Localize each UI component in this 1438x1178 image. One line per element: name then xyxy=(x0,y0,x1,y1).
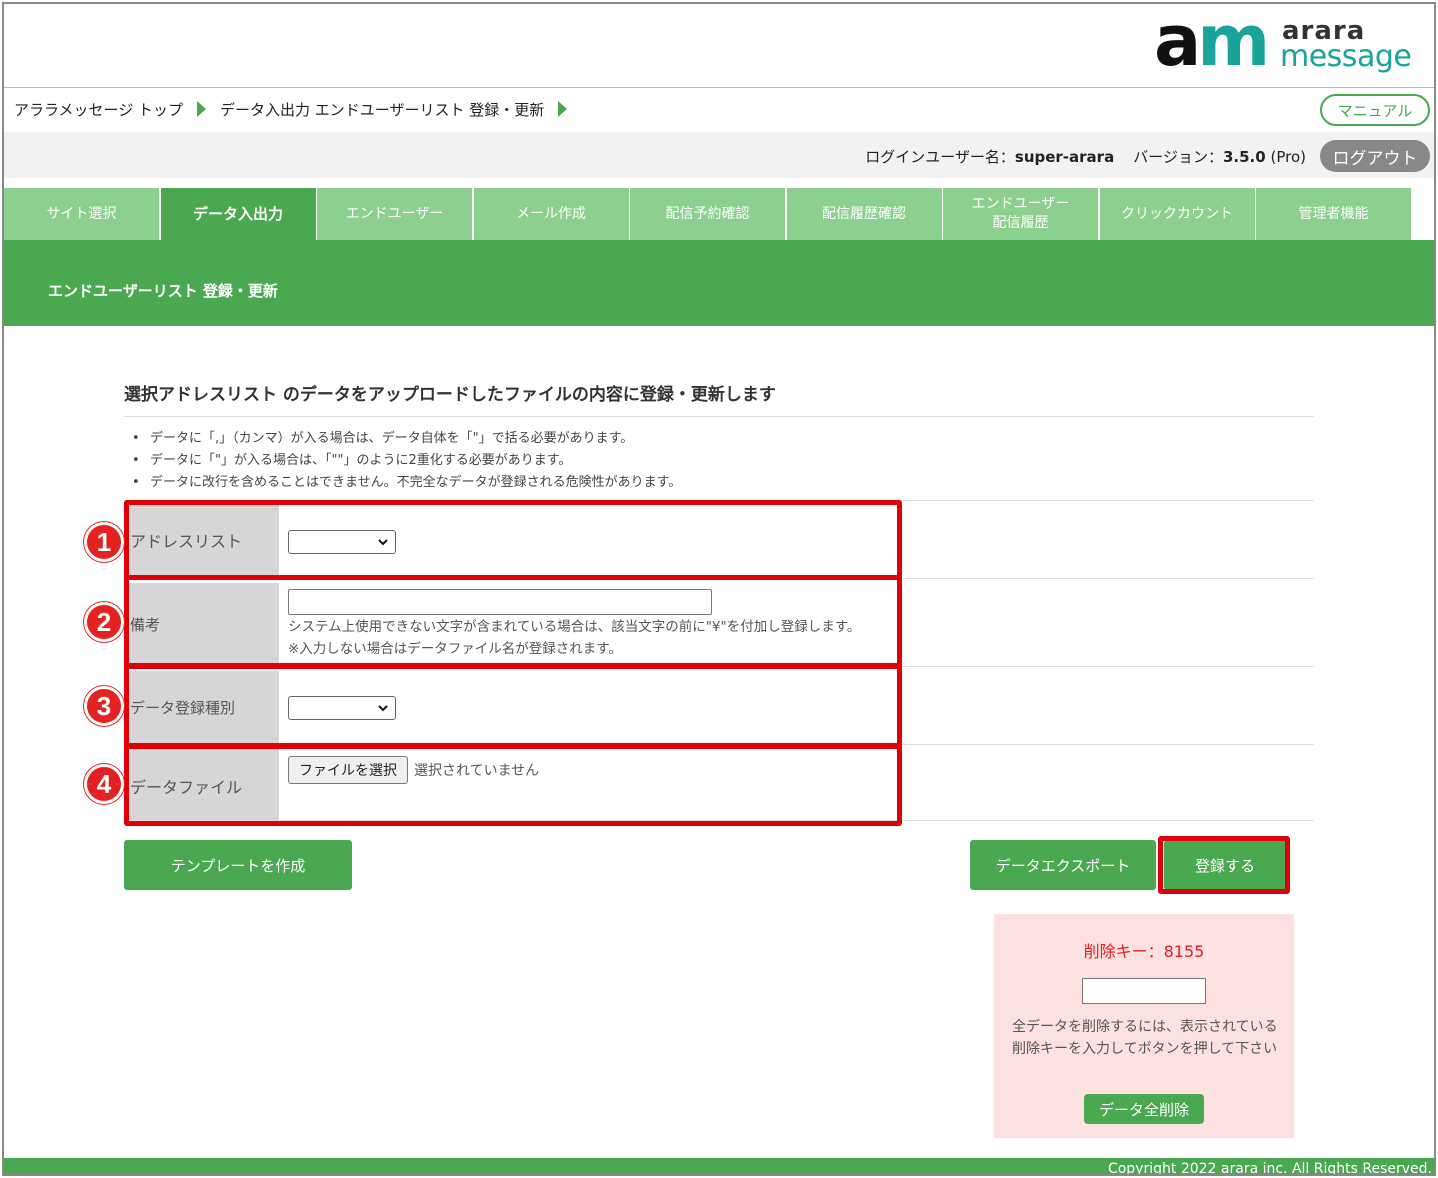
data-export-button[interactable]: データエクスポート xyxy=(970,840,1156,890)
badge-1: 1 xyxy=(84,522,124,562)
tab-delivery-history[interactable]: 配信履歴確認 xyxy=(786,188,942,240)
delete-key-label: 削除キー：8155 xyxy=(1083,942,1205,961)
highlight-box xyxy=(124,744,902,826)
version-edition: (Pro) xyxy=(1270,148,1306,166)
tab-admin[interactable]: 管理者機能 xyxy=(1256,188,1411,240)
highlight-box xyxy=(124,500,902,580)
delete-all-button[interactable]: データ全削除 xyxy=(1084,1094,1204,1124)
tab-data-io[interactable]: データ入出力 xyxy=(160,188,316,240)
breadcrumb-current: データ入出力 エンドユーザーリスト 登録・更新 xyxy=(220,100,545,119)
badge-2: 2 xyxy=(84,602,124,642)
user-info: ログインユーザー名：super-arara バージョン：3.5.0 (Pro) xyxy=(865,146,1306,167)
delete-key-input[interactable] xyxy=(1082,978,1206,1004)
divider xyxy=(124,416,1314,417)
logo-word-message: message xyxy=(1280,39,1412,74)
section-title: 選択アドレスリスト のデータをアップロードしたファイルの内容に登録・更新します xyxy=(124,385,776,405)
logo-mark: am xyxy=(1154,2,1270,82)
version-number: 3.5.0 xyxy=(1222,148,1266,166)
note-item: データに「,」（カンマ）が入る場合は、データ自体を「"」で括る必要があります。 xyxy=(132,428,681,450)
note-item: データに改行を含めることはできません。不完全なデータが登録される危険性があります… xyxy=(132,472,681,494)
copyright: Copyright 2022 arara inc. All Rights Res… xyxy=(1107,1161,1432,1176)
badge-3: 3 xyxy=(84,686,124,726)
login-user-prefix: ログインユーザー名： xyxy=(865,148,1015,166)
create-template-button[interactable]: テンプレートを作成 xyxy=(124,840,352,890)
app-window: am arara message アララメッセージ トップ データ入出力 エンド… xyxy=(2,2,1436,1176)
breadcrumb-arrow-icon xyxy=(197,101,207,117)
highlight-box xyxy=(124,575,902,668)
manual-button[interactable]: マニュアル xyxy=(1320,94,1430,126)
logout-button[interactable]: ログアウト xyxy=(1320,140,1430,172)
highlight-box xyxy=(124,664,902,748)
notes-list: データに「,」（カンマ）が入る場合は、データ自体を「"」で括る必要があります。 … xyxy=(132,428,681,494)
tab-site-select[interactable]: サイト選択 xyxy=(4,188,159,240)
delete-description: 全データを削除するには、表示されている削除キーを入力してボタンを押して下さい xyxy=(1012,1019,1278,1057)
main-nav-tabs: サイト選択 データ入出力 エンドユーザー メール作成 配信予約確認 配信履歴確認… xyxy=(4,188,1413,240)
note-item: データに「"」が入る場合は、「""」のように2重化する必要があります。 xyxy=(132,450,681,472)
badge-4: 4 xyxy=(84,764,124,804)
tab-delivery-schedule[interactable]: 配信予約確認 xyxy=(630,188,785,240)
delete-all-panel: 削除キー：8155 全データを削除するには、表示されている削除キーを入力してボタ… xyxy=(994,914,1294,1138)
tab-click-count[interactable]: クリックカウント xyxy=(1099,188,1255,240)
version-prefix: バージョン： xyxy=(1133,148,1223,166)
highlight-box xyxy=(1158,836,1290,894)
breadcrumb: アララメッセージ トップ データ入出力 エンドユーザーリスト 登録・更新 xyxy=(14,96,581,122)
page-title: エンドユーザーリスト 登録・更新 xyxy=(48,282,278,300)
tab-end-user[interactable]: エンドユーザー xyxy=(317,188,472,240)
tab-mail-create[interactable]: メール作成 xyxy=(473,188,629,240)
arara-message-logo[interactable]: am arara message xyxy=(1154,6,1414,78)
user-bar: ログインユーザー名：super-arara バージョン：3.5.0 (Pro) … xyxy=(4,132,1434,178)
breadcrumb-arrow-icon xyxy=(558,101,568,117)
breadcrumb-top-link[interactable]: アララメッセージ トップ xyxy=(14,99,183,120)
tab-end-user-delivery-history[interactable]: エンドユーザー 配信履歴 xyxy=(943,188,1098,240)
header: am arara message xyxy=(4,4,1434,88)
footer: Copyright 2022 arara inc. All Rights Res… xyxy=(4,1158,1434,1176)
login-user-name: super-arara xyxy=(1014,148,1115,166)
